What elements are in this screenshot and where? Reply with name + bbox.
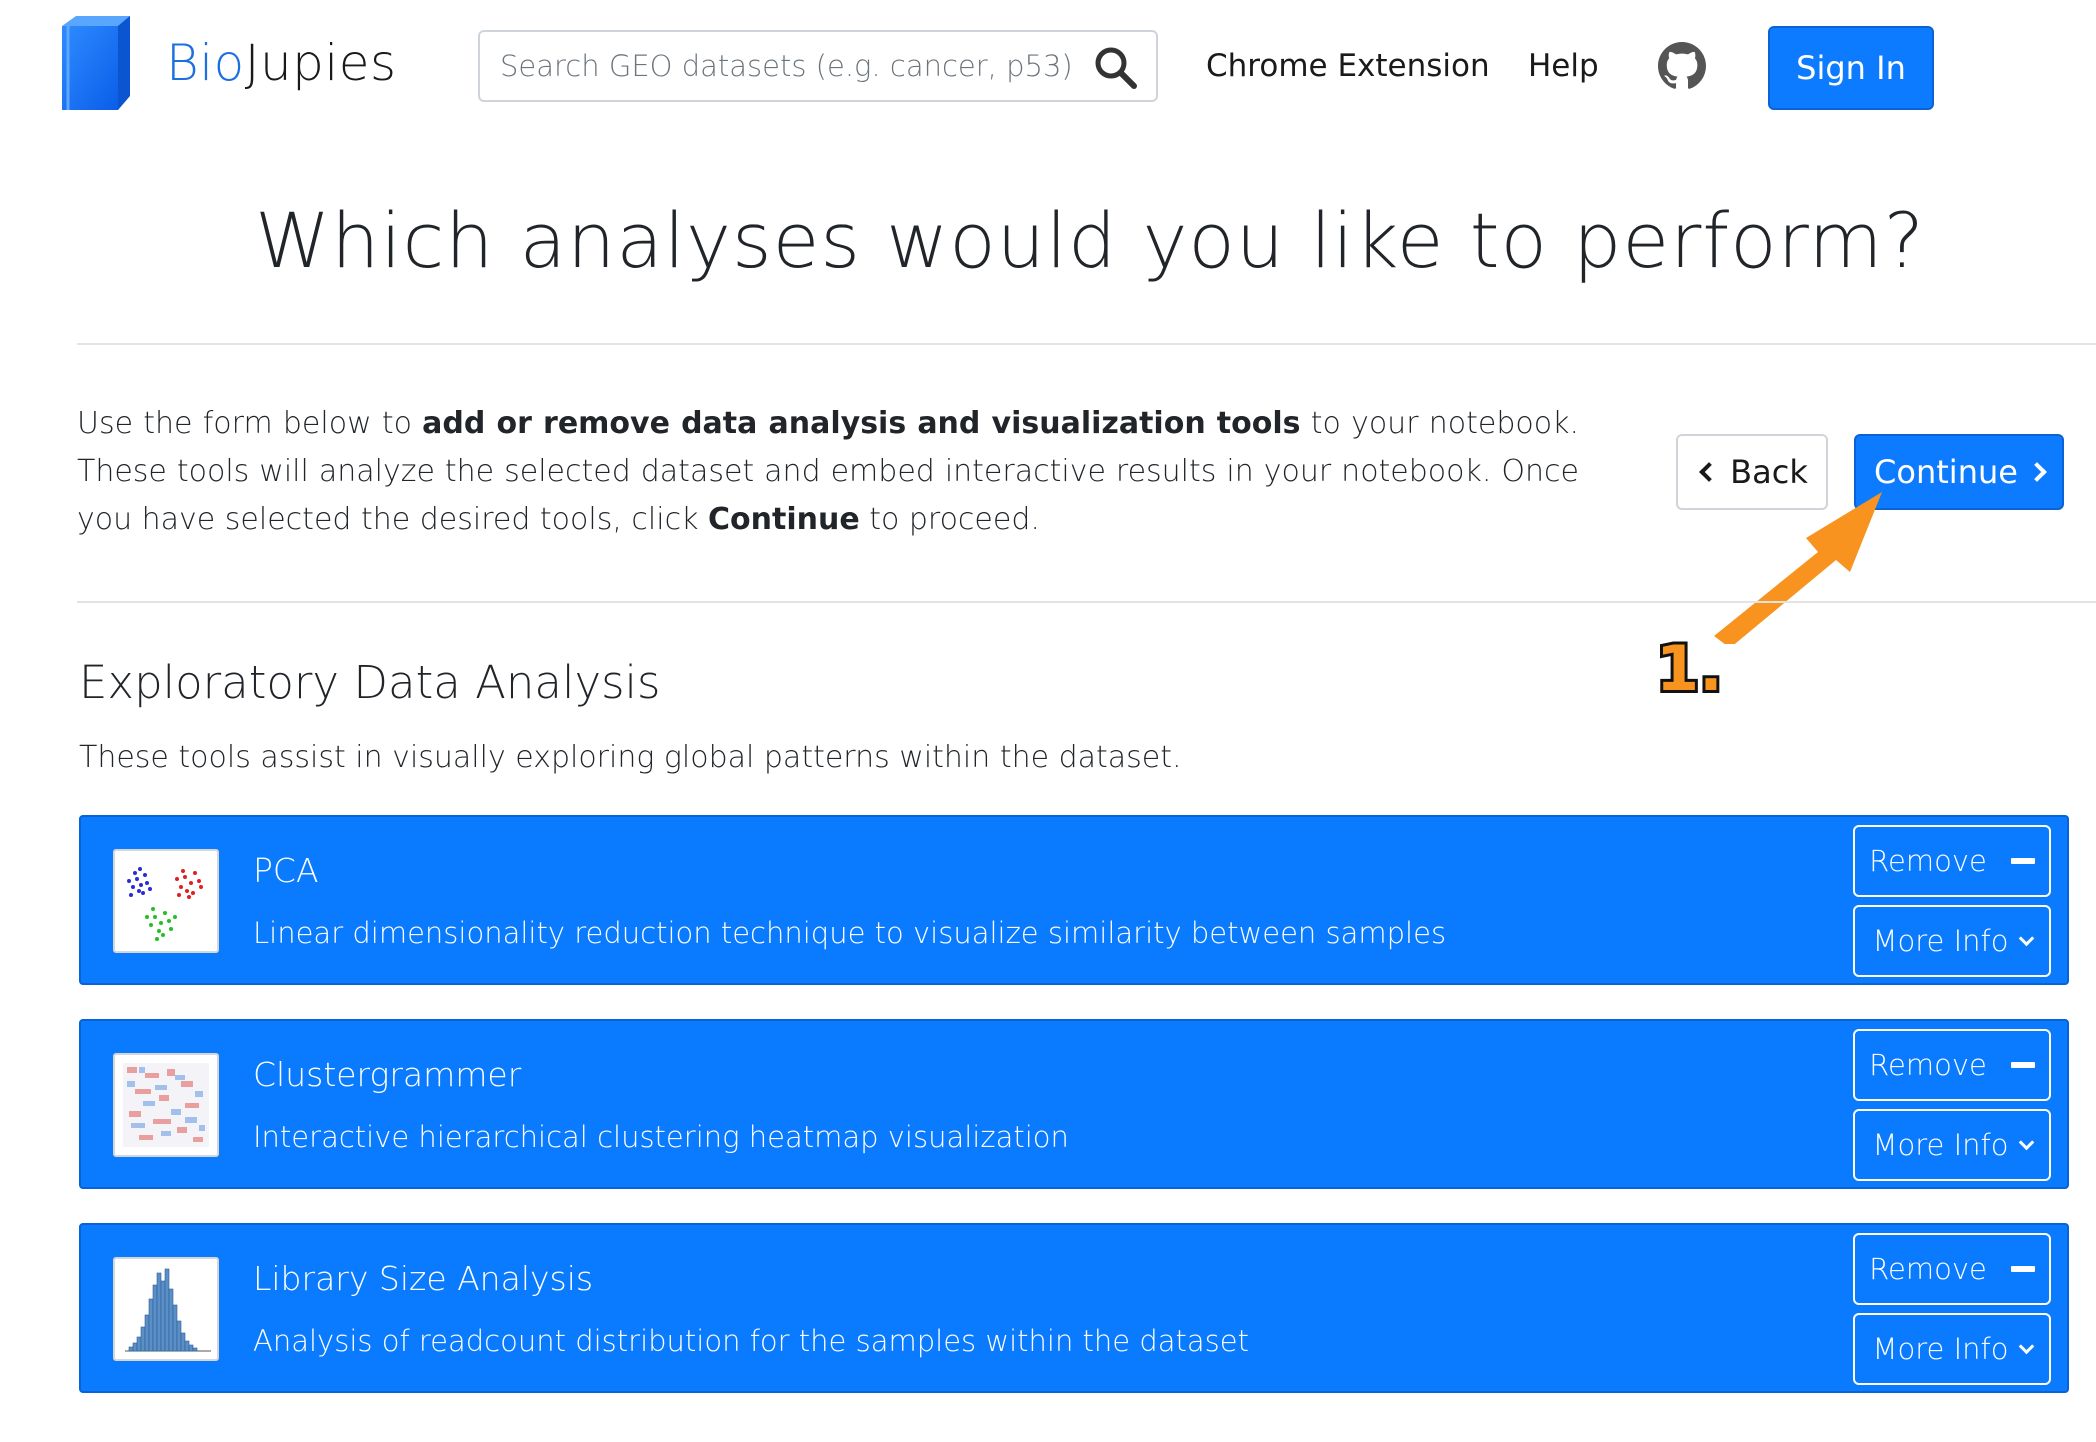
brand-name: BioJupies <box>166 34 397 92</box>
pca-thumbnail <box>113 849 219 953</box>
divider <box>77 343 2096 345</box>
tool-name: Library Size Analysis <box>253 1259 594 1298</box>
minus-icon <box>2010 1062 2035 1068</box>
annotation-label: 1. <box>1653 629 1726 708</box>
nav-help[interactable]: Help <box>1528 48 1599 84</box>
tool-card-clustergrammer: Clustergrammer Interactive hierarchical … <box>79 1019 2069 1189</box>
remove-button[interactable]: Remove <box>1853 1029 2051 1101</box>
tool-card-pca: PCA Linear dimensionality reduction tech… <box>79 815 2069 985</box>
tool-name: PCA <box>253 851 319 890</box>
intro-text: Use the form below to add or remove data… <box>77 406 1579 537</box>
divider <box>77 601 2096 603</box>
heatmap-icon <box>123 1063 209 1147</box>
page-title: Which analyses would you like to perform… <box>255 196 1925 285</box>
navbar: BioJupies Chrome Extension Help Sign In <box>0 0 2096 140</box>
chevron-down-icon <box>2018 1338 2034 1354</box>
search-icon[interactable] <box>1092 44 1138 90</box>
more-info-button[interactable]: More Info <box>1853 905 2051 977</box>
more-info-button[interactable]: More Info <box>1853 1109 2051 1181</box>
tool-card-library-size: Library Size Analysis Analysis of readco… <box>79 1223 2069 1393</box>
minus-icon <box>2010 858 2035 864</box>
search-box <box>478 30 1158 102</box>
tool-description: Analysis of readcount distribution for t… <box>253 1324 1249 1358</box>
book-logo-icon <box>62 16 130 110</box>
sign-in-button[interactable]: Sign In <box>1768 26 1934 110</box>
pca-scatter-icon <box>127 867 203 941</box>
histogram-icon <box>125 1268 211 1352</box>
nav-chrome-extension[interactable]: Chrome Extension <box>1206 48 1490 84</box>
tool-description: Interactive hierarchical clustering heat… <box>253 1120 1069 1154</box>
tool-description: Linear dimensionality reduction techniqu… <box>253 916 1447 950</box>
chevron-right-icon <box>2027 462 2047 482</box>
more-info-button[interactable]: More Info <box>1853 1313 2051 1385</box>
section-title: Exploratory Data Analysis <box>79 656 661 709</box>
remove-button[interactable]: Remove <box>1853 825 2051 897</box>
annotation-arrow-icon <box>1714 492 1882 644</box>
remove-button[interactable]: Remove <box>1853 1233 2051 1305</box>
tool-name: Clustergrammer <box>253 1055 522 1094</box>
brand[interactable]: BioJupies <box>60 14 397 112</box>
section-description: These tools assist in visually exploring… <box>79 740 1182 775</box>
chevron-down-icon <box>2018 1134 2034 1150</box>
chevron-down-icon <box>2018 930 2034 946</box>
github-icon[interactable] <box>1658 42 1706 90</box>
clustergrammer-thumbnail <box>113 1053 219 1157</box>
library-size-thumbnail <box>113 1257 219 1361</box>
minus-icon <box>2010 1266 2035 1272</box>
search-input[interactable] <box>480 49 1070 83</box>
